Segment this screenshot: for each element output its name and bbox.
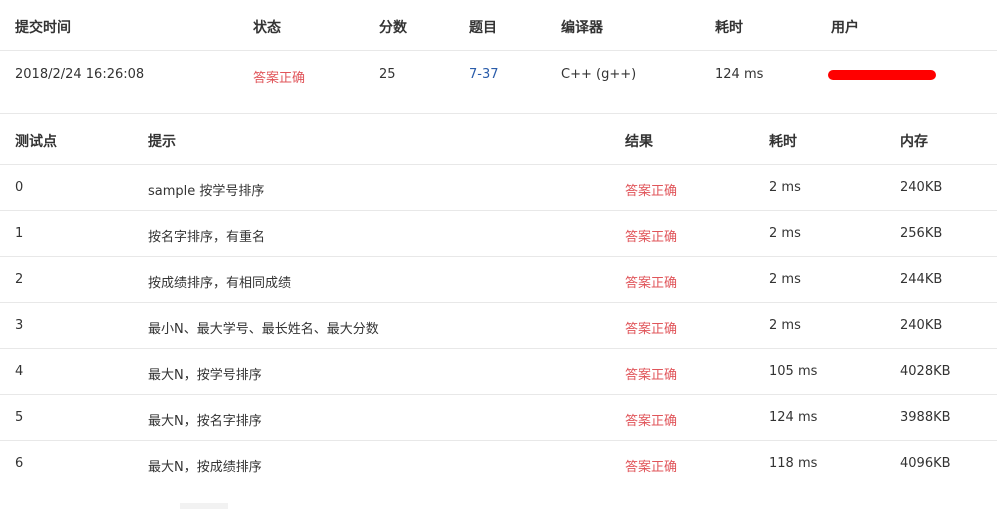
case-time: 118 ms bbox=[769, 456, 818, 471]
case-id: 3 bbox=[15, 318, 24, 333]
case-time: 105 ms bbox=[769, 364, 818, 379]
compiler-value: C++ (g++) bbox=[561, 67, 637, 82]
case-result: 答案正确 bbox=[625, 460, 678, 475]
case-hint: 最大N，按学号排序 bbox=[148, 368, 262, 383]
header-status: 状态 bbox=[253, 20, 281, 36]
header-case-id: 测试点 bbox=[15, 134, 57, 150]
case-id: 5 bbox=[15, 410, 24, 425]
case-time: 2 ms bbox=[769, 180, 801, 195]
score-value: 25 bbox=[379, 67, 396, 82]
header-submit-time: 提交时间 bbox=[15, 20, 71, 36]
case-memory: 256KB bbox=[900, 226, 943, 241]
submit-time: 2018/2/24 16:26:08 bbox=[15, 67, 145, 82]
header-case-time: 耗时 bbox=[769, 134, 797, 150]
case-time: 2 ms bbox=[769, 226, 801, 241]
header-time: 耗时 bbox=[715, 20, 743, 36]
case-hint: 按名字排序，有重名 bbox=[148, 230, 266, 245]
case-result: 答案正确 bbox=[625, 184, 678, 199]
header-result: 结果 bbox=[625, 134, 653, 150]
submission-row: 2018/2/24 16:26:08 答案正确 25 7-37 C++ (g++… bbox=[0, 51, 997, 113]
case-memory: 4028KB bbox=[900, 364, 951, 379]
header-hint: 提示 bbox=[148, 134, 176, 150]
case-id: 2 bbox=[15, 272, 24, 287]
case-result: 答案正确 bbox=[625, 230, 678, 245]
footer-fragment bbox=[180, 503, 228, 509]
table-row: 6 最大N，按成绩排序 答案正确 118 ms 4096KB bbox=[0, 441, 997, 486]
case-result: 答案正确 bbox=[625, 368, 678, 383]
case-hint: sample 按学号排序 bbox=[148, 184, 265, 199]
case-hint: 最大N，按成绩排序 bbox=[148, 460, 262, 475]
case-result: 答案正确 bbox=[625, 276, 678, 291]
case-id: 1 bbox=[15, 226, 24, 241]
time-value: 124 ms bbox=[715, 67, 764, 82]
table-row: 0 sample 按学号排序 答案正确 2 ms 240KB bbox=[0, 165, 997, 210]
header-user: 用户 bbox=[831, 20, 859, 36]
table-row: 3 最小N、最大学号、最长姓名、最大分数 答案正确 2 ms 240KB bbox=[0, 303, 997, 348]
case-memory: 4096KB bbox=[900, 456, 951, 471]
case-time: 124 ms bbox=[769, 410, 818, 425]
status-badge: 答案正确 bbox=[253, 71, 306, 86]
case-id: 6 bbox=[15, 456, 24, 471]
case-hint: 按成绩排序，有相同成绩 bbox=[148, 276, 292, 291]
case-time: 2 ms bbox=[769, 272, 801, 287]
case-result: 答案正确 bbox=[625, 414, 678, 429]
case-time: 2 ms bbox=[769, 318, 801, 333]
problem-link[interactable]: 7-37 bbox=[469, 67, 499, 82]
case-memory: 240KB bbox=[900, 318, 943, 333]
case-id: 4 bbox=[15, 364, 24, 379]
case-hint: 最大N，按名字排序 bbox=[148, 414, 262, 429]
header-problem: 题目 bbox=[469, 20, 497, 36]
header-memory: 内存 bbox=[900, 134, 928, 150]
header-score: 分数 bbox=[379, 20, 407, 36]
case-id: 0 bbox=[15, 180, 24, 195]
case-hint: 最小N、最大学号、最长姓名、最大分数 bbox=[148, 322, 379, 337]
case-memory: 3988KB bbox=[900, 410, 951, 425]
header-compiler: 编译器 bbox=[561, 20, 603, 36]
case-memory: 240KB bbox=[900, 180, 943, 195]
table-row: 4 最大N，按学号排序 答案正确 105 ms 4028KB bbox=[0, 349, 997, 394]
case-memory: 244KB bbox=[900, 272, 943, 287]
table-row: 1 按名字排序，有重名 答案正确 2 ms 256KB bbox=[0, 211, 997, 256]
submission-header-row: 提交时间 状态 分数 题目 编译器 耗时 用户 bbox=[0, 0, 997, 50]
table-row: 2 按成绩排序，有相同成绩 答案正确 2 ms 244KB bbox=[0, 257, 997, 302]
cases-header-row: 测试点 提示 结果 耗时 内存 bbox=[0, 114, 997, 164]
user-redaction bbox=[828, 70, 936, 80]
table-row: 5 最大N，按名字排序 答案正确 124 ms 3988KB bbox=[0, 395, 997, 440]
case-result: 答案正确 bbox=[625, 322, 678, 337]
